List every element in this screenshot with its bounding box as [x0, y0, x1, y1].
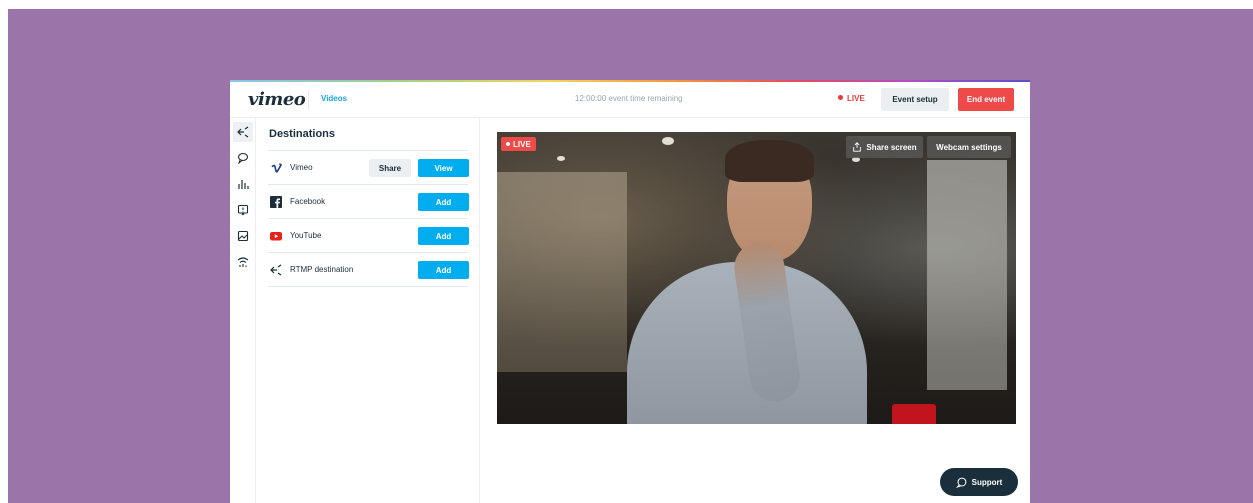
app-window: vimeo Videos 12:00:00 event time remaini… [230, 80, 1030, 503]
webcam-settings-button[interactable]: Webcam settings [927, 136, 1011, 158]
facebook-icon [270, 196, 282, 208]
support-label: Support [971, 477, 1003, 487]
destination-row-rtmp: RTMP destination Add [268, 253, 469, 287]
live-status-label: LIVE [847, 94, 865, 103]
destinations-title: Destinations [269, 128, 336, 140]
destinations-icon[interactable] [233, 122, 253, 142]
live-badge: LIVE [501, 137, 536, 151]
destination-row-youtube: YouTube Add [268, 219, 469, 253]
event-time-remaining: 12:00:00 event time remaining [575, 94, 683, 103]
analytics-icon[interactable] [233, 174, 253, 194]
top-bar: vimeo Videos 12:00:00 event time remaini… [230, 82, 1030, 118]
chat-icon[interactable] [233, 148, 253, 168]
view-button[interactable]: View [418, 159, 469, 177]
destination-row-facebook: Facebook Add [268, 185, 469, 219]
red-mug [892, 404, 936, 424]
nav-videos-link[interactable]: Videos [321, 94, 347, 103]
destination-name: YouTube [290, 231, 322, 240]
share-screen-button[interactable]: Share screen [846, 136, 923, 158]
destination-name: Facebook [290, 197, 326, 206]
add-rtmp-button[interactable]: Add [418, 261, 469, 279]
presenter-hair [725, 140, 814, 182]
destination-row-vimeo: Vimeo Share View [268, 151, 469, 185]
vimeo-icon [270, 162, 282, 174]
destinations-panel: Destinations Vimeo Share View Facebook A… [256, 118, 480, 503]
stream-health-icon[interactable] [233, 252, 253, 272]
event-setup-button[interactable]: Event setup [881, 88, 949, 111]
add-facebook-button[interactable]: Add [418, 193, 469, 211]
rtmp-icon [270, 264, 282, 276]
ceiling-light [557, 156, 565, 161]
video-shelf [497, 172, 627, 372]
share-screen-label: Share screen [866, 142, 917, 152]
vimeo-logo[interactable]: vimeo [248, 89, 306, 110]
icon-rail [230, 118, 256, 503]
end-event-button[interactable]: End event [958, 88, 1014, 111]
chat-bubble-icon [955, 477, 967, 488]
live-status-indicator: LIVE [838, 94, 865, 103]
qa-icon[interactable] [233, 200, 253, 220]
live-badge-label: LIVE [513, 139, 531, 149]
ceiling-light [662, 137, 674, 145]
share-button[interactable]: Share [369, 159, 411, 177]
live-dot-icon [506, 142, 510, 146]
video-window [927, 160, 1007, 390]
support-button[interactable]: Support [940, 468, 1018, 496]
youtube-icon [270, 230, 282, 242]
graphics-icon[interactable] [233, 226, 253, 246]
webcam-preview: LIVE Share screen Webcam settings [497, 132, 1016, 424]
share-screen-icon [853, 142, 862, 152]
logo-divider [308, 90, 309, 110]
destination-name: Vimeo [290, 163, 313, 172]
destination-name: RTMP destination [290, 265, 354, 274]
live-dot-icon [838, 95, 843, 100]
main-area: LIVE Share screen Webcam settings Suppor… [480, 118, 1030, 503]
add-youtube-button[interactable]: Add [418, 227, 469, 245]
